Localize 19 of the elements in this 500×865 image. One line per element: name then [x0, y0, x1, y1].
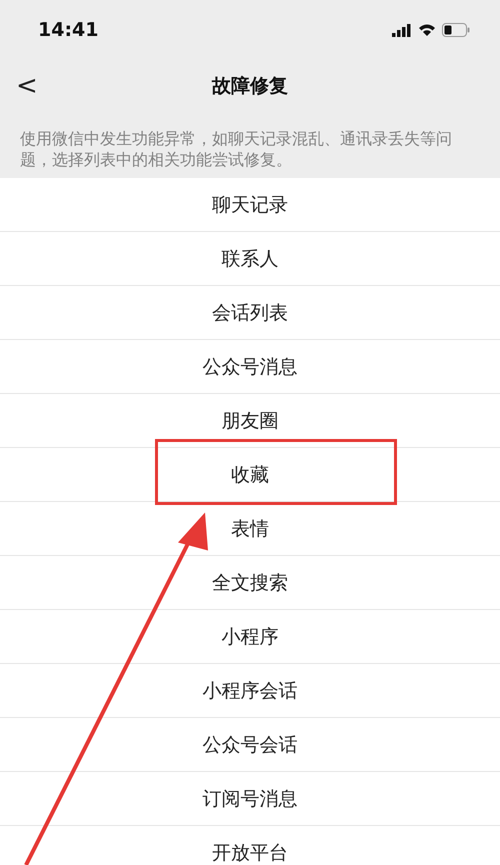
- list-item[interactable]: 公众号会话: [0, 718, 500, 772]
- list-item[interactable]: 小程序会话: [0, 664, 500, 718]
- page-title: 故障修复: [210, 74, 289, 99]
- list-item[interactable]: 开放平台: [0, 826, 500, 865]
- battery-icon: [442, 23, 470, 37]
- status-time: 14:41: [38, 19, 98, 41]
- back-button[interactable]: <: [0, 71, 38, 101]
- list-item[interactable]: 收藏: [0, 448, 500, 502]
- list-item[interactable]: 订阅号消息: [0, 772, 500, 826]
- list-item[interactable]: 朋友圈: [0, 394, 500, 448]
- list-item[interactable]: 公众号消息: [0, 340, 500, 394]
- wifi-icon: [418, 23, 436, 37]
- description-text: 使用微信中发生功能异常，如聊天记录混乱、通讯录丢失等问题，选择列表中的相关功能尝试修复。: [19, 128, 453, 171]
- list-item[interactable]: 聊天记录: [0, 178, 500, 232]
- list-item[interactable]: 联系人: [0, 232, 500, 286]
- list-item[interactable]: 小程序: [0, 610, 500, 664]
- list-item[interactable]: 会话列表: [0, 286, 500, 340]
- signal-icon: [392, 23, 412, 37]
- list-item[interactable]: 全文搜索: [0, 556, 500, 610]
